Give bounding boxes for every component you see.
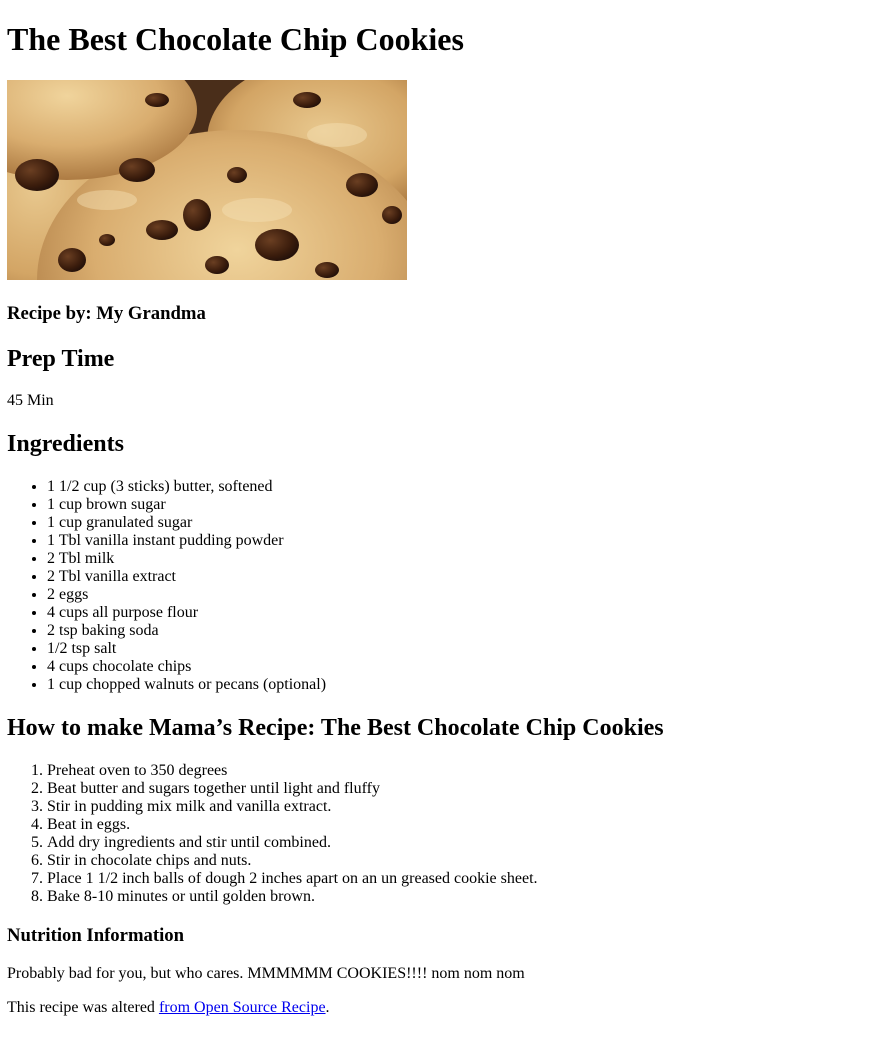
prep-time-value: 45 Min (7, 392, 54, 409)
ingredient-item: 2 Tbl milk (47, 550, 326, 568)
cookies-photo-illustration (7, 80, 407, 280)
ingredient-item: 4 cups chocolate chips (47, 658, 326, 676)
open-source-recipe-link[interactable]: from Open Source Recipe (159, 999, 326, 1016)
ingredient-item: 1 1/2 cup (3 sticks) butter, softened (47, 478, 326, 496)
ingredients-list: 1 1/2 cup (3 sticks) butter, softened 1 … (7, 478, 326, 694)
instruction-step: Stir in pudding mix milk and vanilla ext… (47, 798, 538, 816)
instructions-list: Preheat oven to 350 degrees Beat butter … (7, 762, 538, 906)
ingredient-item: 1 cup brown sugar (47, 496, 326, 514)
instructions-heading: How to make Mama’s Recipe: The Best Choc… (7, 715, 664, 741)
prep-time-heading: Prep Time (7, 346, 115, 372)
ingredient-item: 1/2 tsp salt (47, 640, 326, 658)
instruction-step: Beat in eggs. (47, 816, 538, 834)
recipe-author: Recipe by: My Grandma (7, 303, 206, 324)
ingredient-item: 4 cups all purpose flour (47, 604, 326, 622)
instruction-step: Stir in chocolate chips and nuts. (47, 852, 538, 870)
instruction-step: Place 1 1/2 inch balls of dough 2 inches… (47, 870, 538, 888)
cookies-image (7, 80, 407, 280)
ingredient-item: 1 cup chopped walnuts or pecans (optiona… (47, 676, 326, 694)
ingredients-heading: Ingredients (7, 431, 124, 457)
instruction-step: Add dry ingredients and stir until combi… (47, 834, 538, 852)
ingredient-item: 2 Tbl vanilla extract (47, 568, 326, 586)
source-credit: This recipe was altered from Open Source… (7, 999, 330, 1017)
instruction-step: Beat butter and sugars together until li… (47, 780, 538, 798)
instruction-step: Preheat oven to 350 degrees (47, 762, 538, 780)
nutrition-heading: Nutrition Information (7, 925, 185, 946)
source-suffix: . (325, 999, 330, 1016)
nutrition-text: Probably bad for you, but who cares. MMM… (7, 965, 525, 982)
ingredient-item: 1 cup granulated sugar (47, 514, 326, 532)
ingredient-item: 2 eggs (47, 586, 326, 604)
instruction-step: Bake 8-10 minutes or until golden brown. (47, 888, 538, 906)
ingredient-item: 2 tsp baking soda (47, 622, 326, 640)
page-title: The Best Chocolate Chip Cookies (7, 21, 464, 57)
ingredient-item: 1 Tbl vanilla instant pudding powder (47, 532, 326, 550)
source-prefix: This recipe was altered (7, 999, 159, 1016)
